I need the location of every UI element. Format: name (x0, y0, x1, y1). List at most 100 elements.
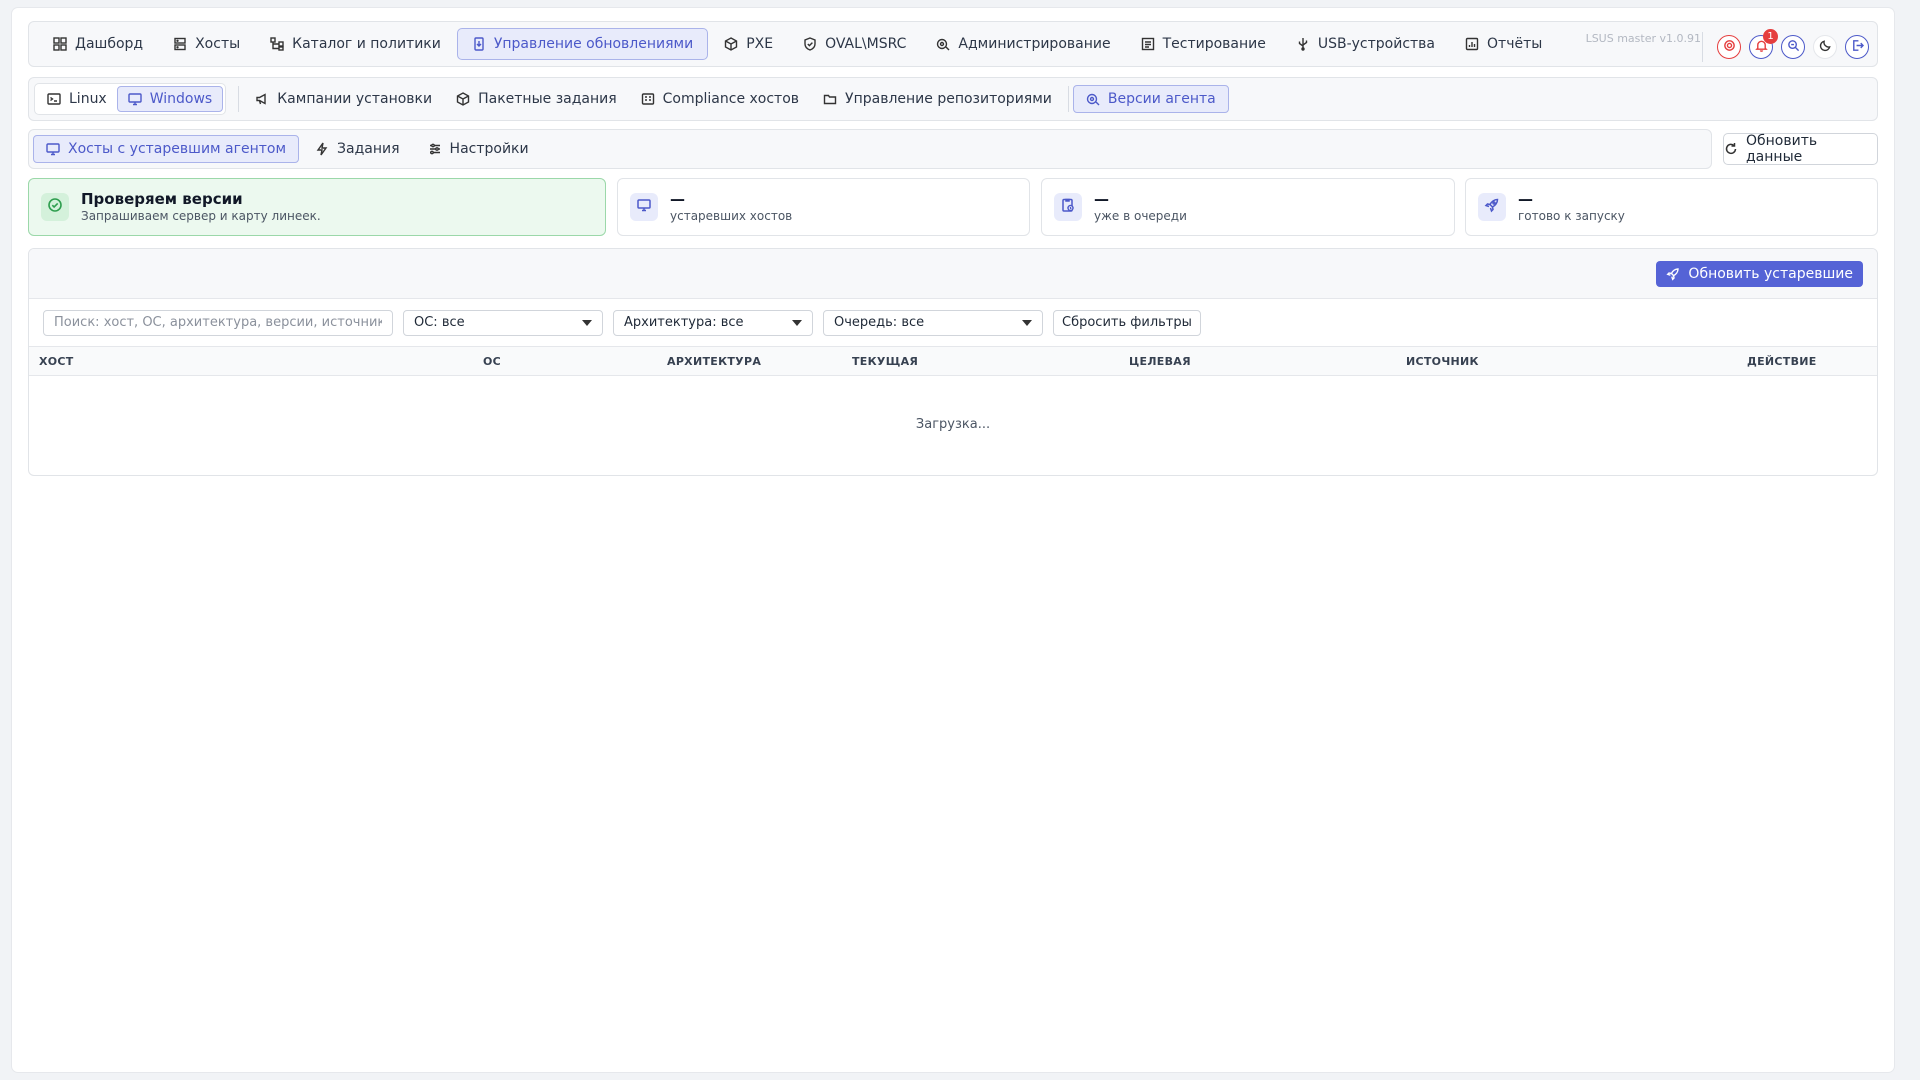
nav-pxe[interactable]: PXE (710, 28, 787, 60)
tab-settings[interactable]: Настройки (416, 135, 541, 163)
ready-card: — готово к запуску (1465, 178, 1878, 236)
nav-label: PXE (746, 36, 774, 52)
outdated-hosts-value: — (670, 190, 685, 208)
app-version: LSUS master v1.0.91 (1585, 32, 1701, 45)
version-check-status-card: Проверяем версии Запрашиваем сервер и ка… (28, 178, 606, 236)
os-linux-button[interactable]: Linux (37, 86, 117, 112)
clipboard-clock-icon (1060, 197, 1076, 217)
queue-filter-value: Очередь: все (834, 315, 925, 330)
subnav-host-compliance[interactable]: Compliance хостов (629, 85, 811, 113)
nav-usb-devices[interactable]: USB-устройства (1282, 28, 1449, 60)
folder-icon (823, 92, 837, 106)
column-header-target[interactable]: ЦЕЛЕВАЯ (1129, 355, 1191, 368)
panel-header: Обновить устаревшие (29, 249, 1877, 299)
filters-bar: ОС: все Архитектура: все Очередь: все Сб… (29, 299, 1877, 347)
chevron-down-icon (582, 319, 592, 326)
monitor-icon (46, 142, 60, 156)
rocket-icon (1484, 197, 1500, 217)
update-doc-icon (472, 37, 486, 51)
nav-label: Отчёты (1487, 36, 1543, 52)
table-header: ХОСТ ОС АРХИТЕКТУРА ТЕКУЩАЯ ЦЕЛЕВАЯ ИСТО… (29, 347, 1877, 376)
queued-card: — уже в очереди (1041, 178, 1455, 236)
subnav-label: Версии агента (1107, 91, 1216, 107)
check-circle-icon (47, 197, 63, 217)
package-icon (456, 92, 470, 106)
refresh-data-label: Обновить данные (1746, 133, 1818, 165)
refresh-data-button[interactable]: Обновить данные (1723, 133, 1878, 165)
top-navigation: Дашборд Хосты Каталог и политики Управле… (28, 21, 1878, 67)
status-subtitle: Запрашиваем сервер и карту линеек. (81, 209, 321, 223)
subnav-batch-jobs[interactable]: Пакетные задания (444, 85, 629, 113)
divider (238, 86, 240, 112)
search-icon (1787, 39, 1800, 56)
box-icon (724, 37, 738, 51)
subnav-install-campaigns[interactable]: Кампании установки (243, 85, 444, 113)
card-icon-wrap (630, 193, 658, 221)
refresh-icon (1724, 142, 1738, 156)
update-outdated-button[interactable]: Обновить устаревшие (1656, 261, 1863, 287)
os-filter-select[interactable]: ОС: все (403, 309, 603, 336)
ready-label: готово к запуску (1518, 209, 1625, 223)
reset-filters-button[interactable]: Сбросить фильтры (1053, 309, 1201, 336)
alert-button[interactable] (1717, 35, 1741, 59)
column-header-current[interactable]: ТЕКУЩАЯ (852, 355, 918, 368)
subnav-label: Compliance хостов (662, 91, 800, 107)
theme-toggle-button[interactable] (1813, 35, 1837, 59)
subnav-agent-versions[interactable]: Версии агента (1072, 85, 1229, 113)
nav-label: OVAL\MSRC (825, 36, 907, 52)
subnav-label: Пакетные задания (478, 91, 617, 107)
logout-button[interactable] (1845, 35, 1869, 59)
tab-label: Настройки (449, 141, 529, 157)
status-title: Проверяем версии (81, 190, 243, 208)
notification-count-badge: 1 (1763, 29, 1778, 44)
nav-update-management[interactable]: Управление обновлениями (456, 28, 709, 60)
nav-testing[interactable]: Тестирование (1127, 28, 1280, 60)
nav-oval-msrc[interactable]: OVAL\MSRC (789, 28, 920, 60)
update-outdated-label: Обновить устаревшие (1688, 266, 1853, 282)
sub-navigation: Linux Windows Кампании установки Пакетны… (28, 77, 1878, 121)
os-windows-button[interactable]: Windows (116, 86, 224, 112)
divider (1702, 32, 1703, 62)
sliders-icon (428, 142, 442, 156)
tab-jobs[interactable]: Задания (303, 135, 412, 163)
loading-text: Загрузка... (915, 417, 991, 432)
column-header-os[interactable]: ОС (483, 355, 501, 368)
nav-dashboard[interactable]: Дашборд (39, 28, 157, 60)
report-icon (1465, 37, 1479, 51)
rocket-icon (1666, 267, 1680, 281)
ready-value: — (1518, 190, 1533, 208)
column-header-host[interactable]: ХОСТ (39, 355, 74, 368)
chevron-down-icon (792, 319, 802, 326)
tab-bar: Хосты с устаревшим агентом Задания Настр… (28, 129, 1712, 169)
queue-filter-select[interactable]: Очередь: все (823, 309, 1043, 336)
arch-filter-select[interactable]: Архитектура: все (613, 309, 813, 336)
queued-value: — (1094, 190, 1109, 208)
column-header-action: ДЕЙСТВИЕ (1747, 355, 1817, 368)
subnav-repository-management[interactable]: Управление репозиториями (811, 85, 1064, 113)
nav-hosts[interactable]: Хосты (159, 28, 254, 60)
search-input[interactable] (43, 309, 393, 336)
moon-icon (1819, 39, 1832, 56)
nav-catalog[interactable]: Каталог и политики (256, 28, 455, 60)
tab-outdated-hosts[interactable]: Хосты с устаревшим агентом (33, 135, 300, 163)
nav-label: Администрирование (958, 36, 1111, 52)
lightning-icon (315, 142, 329, 156)
nav-label: Управление обновлениями (493, 36, 694, 52)
usb-icon (1296, 37, 1310, 51)
divider (1067, 86, 1069, 112)
column-header-source[interactable]: ИСТОЧНИК (1406, 355, 1479, 368)
subnav-label: Управление репозиториями (845, 91, 1052, 107)
monitor-icon (128, 92, 142, 106)
server-icon (173, 37, 187, 51)
tab-label: Хосты с устаревшим агентом (68, 141, 287, 157)
nav-label: Хосты (195, 36, 241, 52)
chevron-down-icon (1022, 319, 1032, 326)
nav-administration[interactable]: Администрирование (922, 28, 1124, 60)
agent-gear-icon (1086, 92, 1100, 106)
nav-reports[interactable]: Отчёты (1451, 28, 1556, 60)
nav-label: Дашборд (75, 36, 144, 52)
notifications-button[interactable]: 1 (1749, 29, 1778, 59)
search-button[interactable] (1781, 35, 1805, 59)
column-header-arch[interactable]: АРХИТЕКТУРА (667, 355, 761, 368)
tab-label: Задания (337, 141, 400, 157)
